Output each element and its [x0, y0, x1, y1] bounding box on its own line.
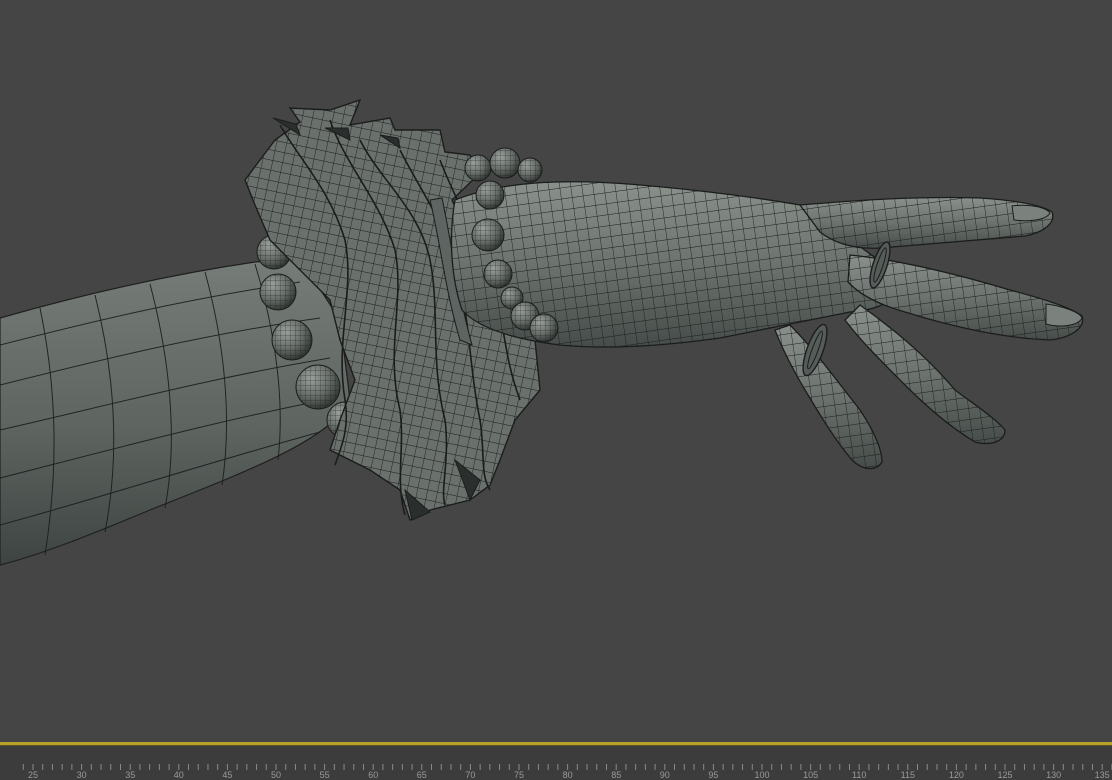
frame-ruler[interactable]: 25 30 35 40 45 50 55 60 65 70 75 80 85 90 95 100 105 110 1… — [0, 764, 1112, 780]
ruler-tick-label: 65 — [417, 770, 427, 780]
ruler-tick-label: 105 — [803, 770, 818, 780]
ruler-tick-label: 90 — [660, 770, 670, 780]
ruler-tick-label: 60 — [368, 770, 378, 780]
ruler-tick-label: 125 — [997, 770, 1012, 780]
ruler-tick-label: 130 — [1046, 770, 1061, 780]
ruler-tick-label: 25 — [28, 770, 38, 780]
ruler-tick-label: 35 — [125, 770, 135, 780]
ruler-tick-label: 120 — [949, 770, 964, 780]
ruler-tick-label: 70 — [465, 770, 475, 780]
arm-mesh — [0, 257, 351, 566]
ruler-tick-label: 45 — [222, 770, 232, 780]
ruler-tick-label: 30 — [77, 770, 87, 780]
ruler-tick-label: 80 — [563, 770, 573, 780]
ruler-tick-label: 85 — [611, 770, 621, 780]
ruler-tick-label: 75 — [514, 770, 524, 780]
ruler-tick-label: 110 — [852, 770, 866, 780]
ruler-tick-label: 40 — [174, 770, 184, 780]
ruler-tick-label: 100 — [754, 770, 769, 780]
frame-ruler-ticks: 25 30 35 40 45 50 55 60 65 70 75 80 85 90 95 100 105 110 1… — [22, 764, 1112, 780]
ruler-tick-label: 50 — [271, 770, 281, 780]
ruler-tick-label: 135 — [1095, 770, 1110, 780]
ruler-tick-label: 55 — [320, 770, 330, 780]
timeline-bar[interactable]: 25 30 35 40 45 50 55 60 65 70 75 80 85 90 95 100 105 110 1… — [0, 742, 1112, 780]
ruler-tick-label: 115 — [901, 770, 915, 780]
viewport-3d[interactable] — [0, 0, 1112, 742]
scene-render — [0, 98, 1084, 566]
ruler-tick-label: 95 — [708, 770, 718, 780]
time-slider-track-shadow — [0, 745, 1112, 746]
